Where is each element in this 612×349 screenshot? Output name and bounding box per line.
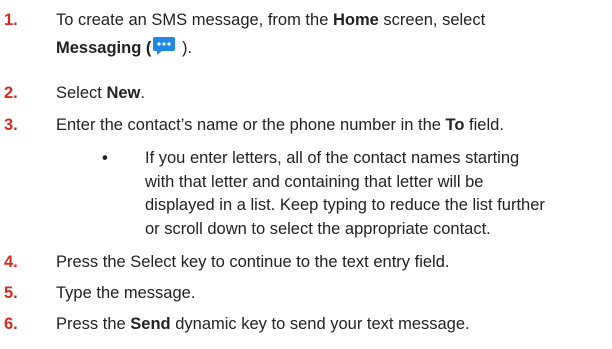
messaging-icon xyxy=(152,36,176,56)
bullet-marker: • xyxy=(102,149,108,167)
step-text-part: Select xyxy=(56,84,107,102)
step-text: Press the Select key to continue to the … xyxy=(56,253,450,271)
new-label: New xyxy=(106,84,141,102)
send-label: Send xyxy=(130,315,171,333)
messaging-label: Messaging ( xyxy=(56,39,152,57)
step-number: 2. xyxy=(4,84,18,102)
step-text: Press the Send dynamic key to send your … xyxy=(56,311,470,338)
sub-bullet-line: with that letter and containing that let… xyxy=(145,172,484,191)
step-text: Messaging ( ). xyxy=(56,35,192,62)
step-text-part: screen, select xyxy=(378,11,486,29)
step-text: To create an SMS message, from the Home … xyxy=(56,7,485,34)
step-text-part: Enter the contact’s name or the phone nu… xyxy=(56,116,446,134)
step-number: 4. xyxy=(4,253,18,271)
step-text: Type the message. xyxy=(56,284,196,302)
sub-bullet-line: If you enter letters, all of the contact… xyxy=(145,149,520,167)
step-number: 6. xyxy=(4,315,18,333)
step-text-part: . xyxy=(140,84,145,102)
step-text-part: field. xyxy=(464,116,504,134)
step-text-part: dynamic key to send your text message. xyxy=(170,315,470,333)
step-number: 3. xyxy=(4,116,18,134)
step-number: 1. xyxy=(4,11,18,29)
step-text-part: To create an SMS message, from the xyxy=(56,11,333,29)
to-label: To xyxy=(445,116,465,134)
step-text: Select New. xyxy=(56,80,145,107)
sub-bullet-line: displayed in a list. Keep typing to redu… xyxy=(145,196,545,214)
home-label: Home xyxy=(332,11,379,29)
step-text-part: ). xyxy=(177,39,193,57)
step-text: Enter the contact’s name or the phone nu… xyxy=(56,112,504,139)
step-text-part: Press the xyxy=(56,315,131,333)
sub-bullet-line: or scroll down to select the appropriate… xyxy=(145,219,491,238)
sub-bullet-text: If you enter letters, all of the contact… xyxy=(145,147,612,241)
instructions-document: 1. To create an SMS message, from the Ho… xyxy=(0,0,612,349)
step-number: 5. xyxy=(4,284,18,302)
